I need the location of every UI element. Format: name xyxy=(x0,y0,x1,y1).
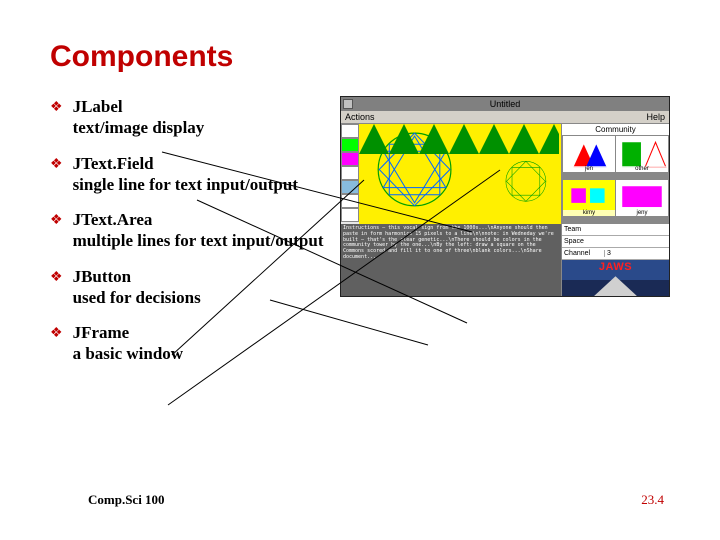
community-thumb[interactable]: other xyxy=(616,136,668,172)
bullet-item: ❖ JText.Area multiple lines for text inp… xyxy=(50,209,326,252)
slide-title: Components xyxy=(50,40,670,74)
menu-help[interactable]: Help xyxy=(646,112,665,122)
app-window: Untitled Actions Help xyxy=(340,96,670,297)
tool-item[interactable] xyxy=(341,166,359,180)
tool-item[interactable] xyxy=(341,194,359,208)
bullet-item: ❖ JText.Field single line for text input… xyxy=(50,153,326,196)
community-panel: Community jenother kimyjeny xyxy=(561,124,669,224)
community-thumb[interactable]: kimy xyxy=(563,180,615,216)
tool-item[interactable] xyxy=(341,152,359,166)
shark-icon xyxy=(594,276,637,296)
footer-pagenum: 23.4 xyxy=(641,492,664,508)
bullet-term: JButton xyxy=(73,266,201,287)
bullet-term: JLabel xyxy=(73,96,205,117)
menu-actions[interactable]: Actions xyxy=(345,112,375,122)
tool-item[interactable] xyxy=(341,208,359,222)
bullet-desc: a basic window xyxy=(73,343,184,364)
titlebar: Untitled xyxy=(341,97,669,111)
bullet-term: JText.Area xyxy=(73,209,324,230)
form-label: Channel xyxy=(562,250,604,257)
bullet-item: ❖ JLabel text/image display xyxy=(50,96,326,139)
form-label: Team xyxy=(562,226,604,233)
jaws-poster: JAWS xyxy=(562,260,669,296)
community-label: Community xyxy=(562,124,669,135)
tool-item[interactable] xyxy=(341,124,359,138)
form-row: Space xyxy=(562,236,669,248)
tool-palette xyxy=(341,124,359,224)
bullet-desc: single line for text input/output xyxy=(73,174,298,195)
form-row: Channel 3 xyxy=(562,248,669,260)
tool-item[interactable] xyxy=(341,138,359,152)
window-close-button[interactable] xyxy=(343,99,353,109)
form-row: Team xyxy=(562,224,669,236)
form-label: Space xyxy=(562,238,604,245)
menubar: Actions Help xyxy=(341,111,669,124)
thumb-caption: other xyxy=(616,166,668,172)
thumb-caption: jeny xyxy=(616,210,668,216)
diamond-bullet-icon: ❖ xyxy=(50,212,63,230)
properties-form: Team Space Channel 3 xyxy=(562,224,669,260)
instructions-textarea[interactable]: Instructions — this vocal sign from the … xyxy=(341,224,561,296)
bullet-desc: multiple lines for text input/output xyxy=(73,230,324,251)
bullet-item: ❖ JFrame a basic window xyxy=(50,322,326,365)
thumb-caption: jen xyxy=(563,166,615,172)
diamond-bullet-icon: ❖ xyxy=(50,99,63,117)
bullet-term: JFrame xyxy=(73,322,184,343)
diamond-bullet-icon: ❖ xyxy=(50,269,63,287)
bullet-list-container: ❖ JLabel text/image display ❖ JText.Fiel… xyxy=(50,96,326,379)
window-title: Untitled xyxy=(490,99,521,109)
bullet-desc: used for decisions xyxy=(73,287,201,308)
tool-item[interactable] xyxy=(341,180,359,194)
community-thumb[interactable]: jen xyxy=(563,136,615,172)
bullet-desc: text/image display xyxy=(73,117,205,138)
diamond-bullet-icon: ❖ xyxy=(50,156,63,174)
community-thumb[interactable]: jeny xyxy=(616,180,668,216)
form-value[interactable]: 3 xyxy=(604,250,669,257)
diamond-bullet-icon: ❖ xyxy=(50,325,63,343)
thumb-caption: kimy xyxy=(563,210,615,216)
jaws-title: JAWS xyxy=(562,261,669,273)
bullet-term: JText.Field xyxy=(73,153,298,174)
drawing-canvas[interactable] xyxy=(359,124,561,224)
footer-course: Comp.Sci 100 xyxy=(88,492,165,508)
bullet-item: ❖ JButton used for decisions xyxy=(50,266,326,309)
